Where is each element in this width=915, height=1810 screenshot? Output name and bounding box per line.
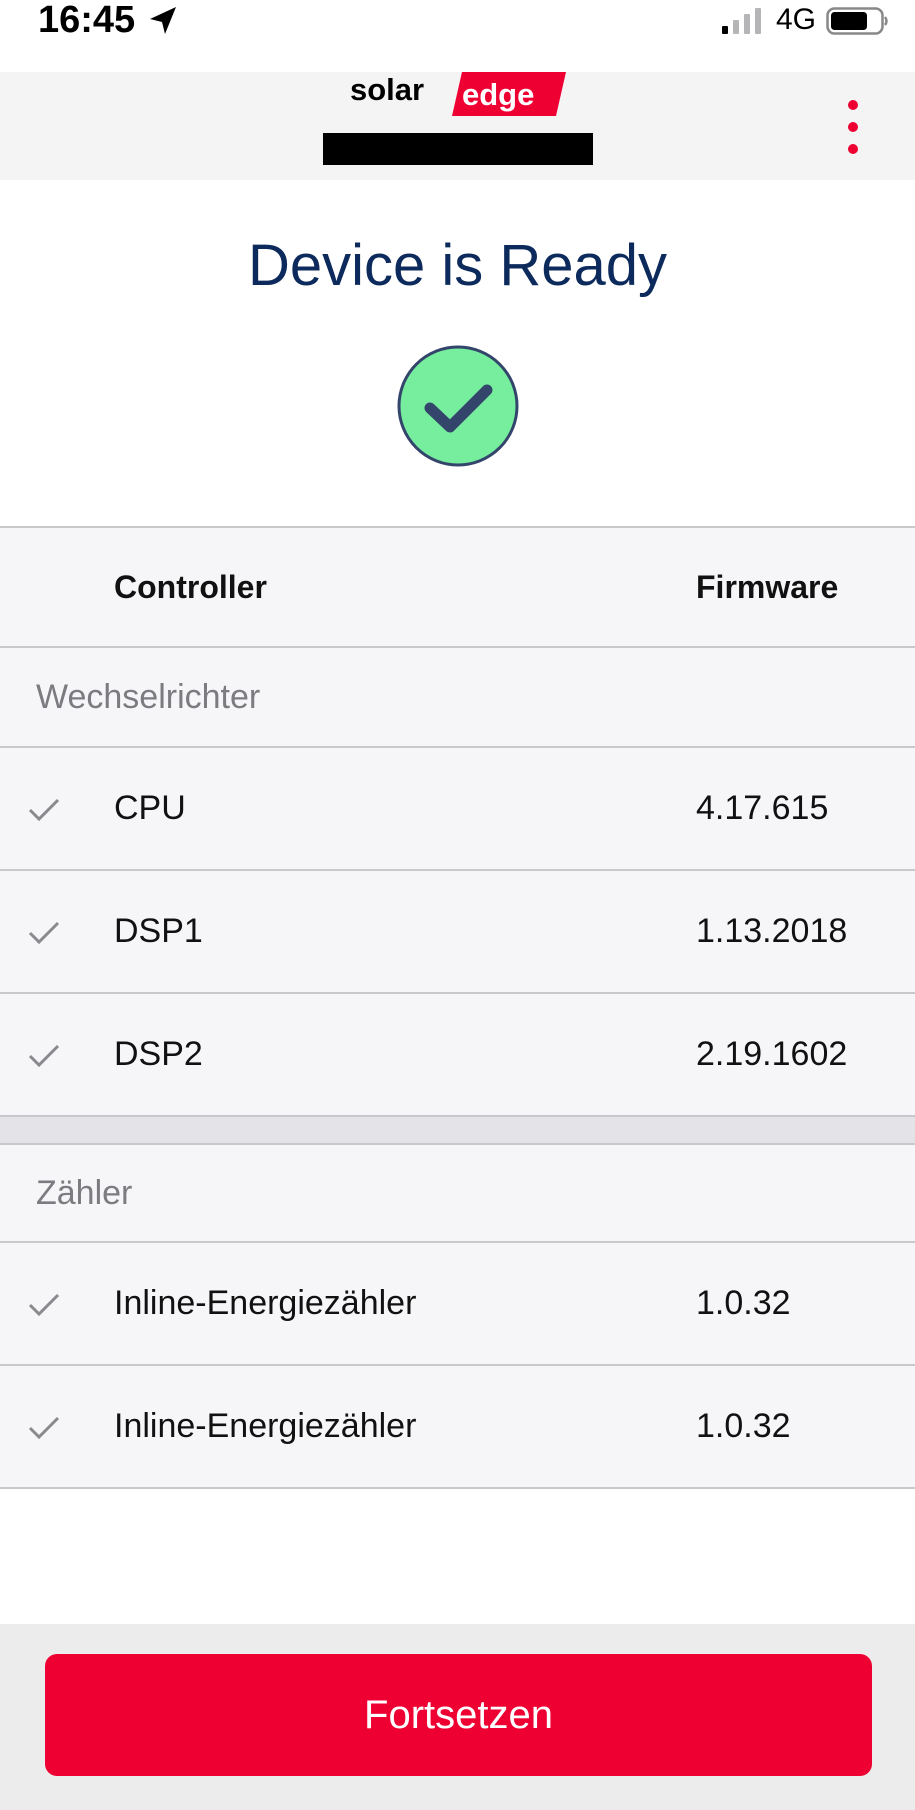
section-label: Zähler [36, 1173, 133, 1212]
firmware-version: 2.19.1602 [696, 1035, 848, 1073]
redacted-device-name [323, 133, 593, 165]
controller-name: DSP1 [114, 912, 203, 950]
table-row: Inline-Energiezähler 1.0.32 [0, 1243, 915, 1366]
check-circle-icon [397, 345, 519, 467]
section-header: Wechselrichter [0, 648, 915, 748]
page-title: Device is Ready [247, 233, 668, 298]
table-row: DSP1 1.13.2018 [0, 871, 915, 994]
check-icon [28, 1293, 60, 1316]
svg-text:edge: edge [462, 77, 534, 112]
column-header-firmware: Firmware [696, 568, 839, 605]
section-label: Wechselrichter [36, 677, 261, 716]
check-icon [28, 921, 60, 944]
controller-name: Inline-Energiezähler [114, 1284, 417, 1322]
column-header-controller: Controller [114, 568, 267, 605]
controller-name: CPU [114, 789, 186, 827]
battery-icon [826, 7, 888, 35]
check-icon [28, 798, 60, 821]
firmware-version: 1.0.32 [696, 1407, 791, 1445]
status-time: 16:45 [38, 0, 136, 41]
firmware-version: 4.17.615 [696, 789, 829, 827]
firmware-version: 1.0.32 [696, 1284, 791, 1322]
firmware-table: Controller Firmware Wechselrichter CPU 4… [0, 526, 915, 1489]
more-menu-button[interactable] [836, 92, 870, 162]
section-divider [0, 1117, 915, 1143]
table-row: DSP2 2.19.1602 [0, 994, 915, 1117]
section-header: Zähler [0, 1143, 915, 1243]
cellular-signal-icon [722, 8, 761, 34]
firmware-version: 1.13.2018 [696, 912, 848, 950]
check-icon [28, 1044, 60, 1067]
status-bar: 16:45 4G [0, 0, 915, 72]
table-header-row: Controller Firmware [0, 526, 915, 648]
network-type: 4G [776, 3, 817, 36]
check-icon [28, 1416, 60, 1439]
app-header: solar edge [0, 72, 915, 180]
controller-name: DSP2 [114, 1035, 203, 1073]
table-row: Inline-Energiezähler 1.0.32 [0, 1366, 915, 1489]
controller-name: Inline-Energiezähler [114, 1407, 417, 1445]
solaredge-logo: solar edge [350, 72, 566, 116]
svg-text:solar: solar [350, 72, 424, 107]
table-row: CPU 4.17.615 [0, 748, 915, 871]
bottom-bar: Fortsetzen [0, 1624, 915, 1810]
continue-button[interactable]: Fortsetzen [45, 1654, 872, 1776]
location-arrow-icon [150, 7, 176, 34]
